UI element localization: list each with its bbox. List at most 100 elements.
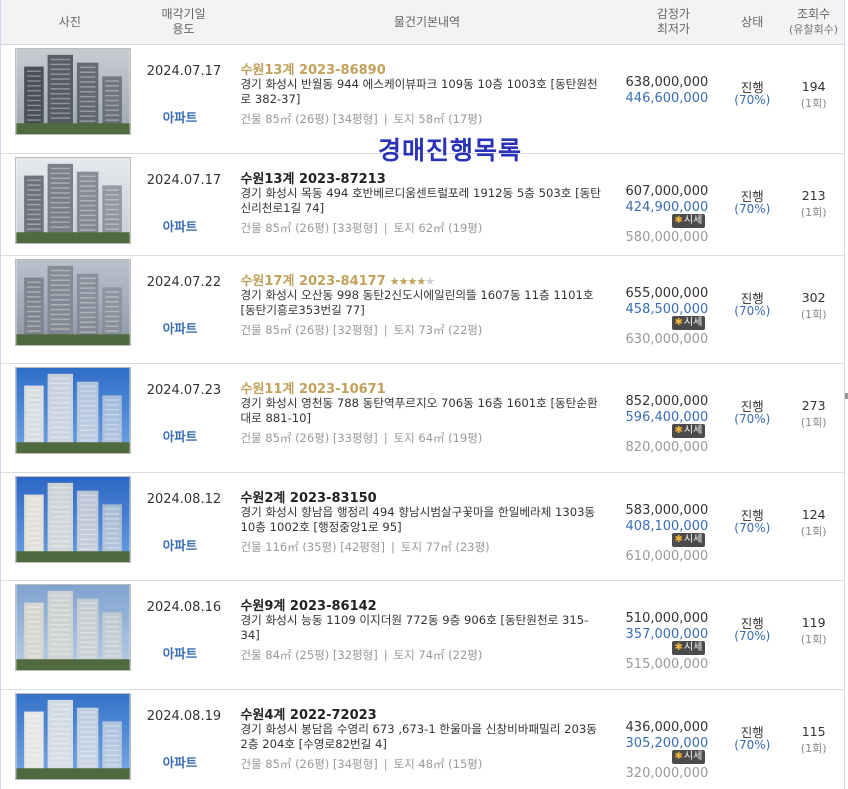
header-price[interactable]: 감정가 최저가 (626, 0, 722, 44)
header-sale-date[interactable]: 매각기일 용도 (139, 0, 229, 44)
status-cell: 진행 (70%) (721, 256, 783, 364)
info-cell: 수원11계 2023-10671 경기 화성시 영천동 788 동탄역푸르지오 … (228, 364, 625, 472)
case-number[interactable]: 수원13계 2023-86890 (240, 59, 617, 78)
auction-list: 사진 매각기일 용도 물건기본내역 감정가 최저가 상태 조회수 (유찰회수) 202… (0, 0, 845, 789)
appraisal-price: 436,000,000 (625, 719, 709, 735)
address[interactable]: 경기 화성시 반월동 944 에스케이뷰파크 109동 10층 1003호 [동… (240, 77, 605, 107)
photo-cell (1, 154, 139, 255)
land-area: 토지 64㎡ (19평) (393, 431, 483, 446)
table-row[interactable]: 2024.08.16 아파트 수원9계 2023-86142 경기 화성시 능동… (1, 581, 844, 690)
market-icon: ✱ (674, 642, 683, 654)
area-info: 건물 85㎡ (26평) [34평형] | 토지 58㎡ (17평) (240, 111, 617, 127)
property-photo[interactable] (15, 584, 131, 672)
price-cell: 607,000,000 424,900,000 ✱시세 580,000,000 (626, 154, 722, 255)
area-info: 건물 85㎡ (26평) [32평형] | 토지 73㎡ (22평) (240, 322, 617, 338)
date-cell: 2024.08.16 아파트 (139, 581, 229, 689)
date-cell: 2024.07.17 아파트 (139, 45, 229, 153)
property-photo[interactable] (15, 156, 131, 244)
status-cell: 진행 (70%) (721, 45, 783, 153)
property-type[interactable]: 아파트 (163, 426, 198, 445)
table-row[interactable]: 2024.07.22 아파트 수원17계 2023-84177 ★★★★★ 경기 … (1, 256, 844, 365)
property-photo[interactable] (15, 475, 131, 563)
date-cell: 2024.07.22 아파트 (139, 256, 229, 364)
fail-count: (1회) (800, 205, 827, 219)
property-type[interactable]: 아파트 (163, 535, 198, 554)
case-number[interactable]: 수원11계 2023-10671 (240, 378, 617, 397)
divider: | (383, 220, 388, 235)
info-cell: 수원13계 2023-87213 경기 화성시 목동 494 호반베르디움센트럴… (228, 154, 625, 255)
fail-count: (1회) (800, 741, 827, 755)
market-price: 515,000,000 (625, 657, 709, 673)
header-views[interactable]: 조회수 (유찰회수) (783, 0, 844, 44)
property-type[interactable]: 아파트 (163, 216, 198, 235)
status-rate: (70%) (734, 737, 771, 752)
views-cell: 115 (1회) (783, 690, 844, 789)
photo-cell (1, 581, 139, 689)
address[interactable]: 경기 화성시 영천동 788 동탄역푸르지오 706동 16층 1601호 [동… (240, 396, 605, 426)
header-info: 물건기본내역 (393, 14, 461, 29)
market-price-badge[interactable]: ✱시세 (671, 641, 706, 656)
status-cell: 진행 (70%) (721, 364, 783, 472)
address[interactable]: 경기 화성시 향남읍 행정리 494 향남시범살구꽃마을 한일베라체 1303동… (240, 505, 605, 535)
price-cell: 510,000,000 357,000,000 ✱시세 515,000,000 (626, 581, 722, 689)
price-cell: 852,000,000 596,400,000 ✱시세 820,000,000 (626, 364, 722, 472)
table-row[interactable]: 2024.08.19 아파트 수원4계 2022-72023 경기 화성시 봉담… (1, 690, 844, 789)
address[interactable]: 경기 화성시 목동 494 호반베르디움센트럴포레 1912동 5층 503호 … (240, 186, 605, 216)
info-cell: 수원17계 2023-84177 ★★★★★ 경기 화성시 오산동 998 동탄2… (228, 256, 625, 364)
market-price-badge[interactable]: ✱시세 (671, 315, 706, 330)
date-cell: 2024.07.23 아파트 (139, 364, 229, 472)
property-type[interactable]: 아파트 (163, 752, 198, 771)
market-price: 610,000,000 (625, 548, 709, 564)
price-cell: 436,000,000 305,200,000 ✱시세 320,000,000 (626, 690, 722, 789)
sale-date: 2024.07.22 (146, 274, 222, 290)
case-number[interactable]: 수원9계 2023-86142 (240, 595, 617, 614)
address[interactable]: 경기 화성시 능동 1109 이지더원 772동 9층 906호 [동탄원천로 … (240, 613, 605, 643)
property-photo[interactable] (15, 258, 131, 346)
market-price-badge[interactable]: ✱시세 (671, 424, 706, 439)
appraisal-price: 510,000,000 (625, 611, 709, 627)
property-photo[interactable] (15, 367, 131, 455)
case-number[interactable]: 수원4계 2022-72023 (240, 704, 617, 723)
divider: | (391, 539, 395, 554)
sale-date: 2024.08.16 (146, 600, 222, 616)
case-number[interactable]: 수원2계 2023-83150 (240, 487, 617, 506)
market-price-badge[interactable]: ✱시세 (671, 749, 706, 764)
info-cell: 수원4계 2022-72023 경기 화성시 봉담읍 수영리 673 ,673-… (228, 690, 625, 789)
market-price: 580,000,000 (625, 229, 709, 245)
property-type[interactable]: 아파트 (163, 318, 198, 337)
status-rate: (70%) (734, 201, 771, 216)
status-rate: (70%) (734, 412, 771, 427)
table-header: 사진 매각기일 용도 물건기본내역 감정가 최저가 상태 조회수 (유찰회수) (1, 0, 844, 45)
land-area: 토지 73㎡ (22평) (393, 322, 483, 337)
info-cell: 수원9계 2023-86142 경기 화성시 능동 1109 이지더원 772동… (228, 581, 625, 689)
case-number[interactable]: 수원17계 2023-84177 ★★★★★ (240, 270, 617, 289)
property-photo[interactable] (15, 692, 131, 780)
divider: | (383, 112, 388, 126)
address[interactable]: 경기 화성시 봉담읍 수영리 673 ,673-1 한울마을 신창비바패밀리 2… (240, 722, 605, 752)
property-type[interactable]: 아파트 (163, 107, 198, 126)
building-area: 건물 116㎡ (35평) [42평형] (240, 539, 385, 554)
date-cell: 2024.07.17 아파트 (139, 154, 229, 255)
property-type[interactable]: 아파트 (163, 643, 198, 662)
status-cell: 진행 (70%) (721, 690, 783, 789)
area-info: 건물 85㎡ (26평) [33평형] | 토지 64㎡ (19평) (240, 430, 617, 446)
view-count: 115 (801, 723, 826, 739)
market-price-badge[interactable]: ✱시세 (671, 213, 706, 228)
photo-cell (1, 690, 139, 789)
view-count: 273 (801, 398, 826, 414)
address[interactable]: 경기 화성시 오산동 998 동탄2신도시에일린의뜰 1607동 11층 110… (240, 288, 605, 318)
table-row[interactable]: 2024.07.17 아파트 수원13계 2023-87213 경기 화성시 목… (1, 154, 844, 256)
date-cell: 2024.08.19 아파트 (139, 690, 229, 789)
fail-count: (1회) (800, 97, 827, 110)
case-number[interactable]: 수원13계 2023-87213 (240, 168, 617, 187)
table-row[interactable]: 2024.08.12 아파트 수원2계 2023-83150 경기 화성시 향남… (1, 473, 844, 582)
fail-count: (1회) (800, 633, 827, 647)
status-cell: 진행 (70%) (721, 154, 783, 255)
divider: | (383, 648, 388, 663)
views-cell: 124 (1회) (783, 473, 844, 581)
table-row[interactable]: 2024.07.23 아파트 수원11계 2023-10671 경기 화성시 영… (1, 364, 844, 473)
appraisal-price: 655,000,000 (625, 285, 709, 301)
market-price-badge[interactable]: ✱시세 (671, 532, 706, 547)
market-icon: ✱ (674, 214, 683, 226)
property-photo[interactable] (15, 48, 131, 135)
